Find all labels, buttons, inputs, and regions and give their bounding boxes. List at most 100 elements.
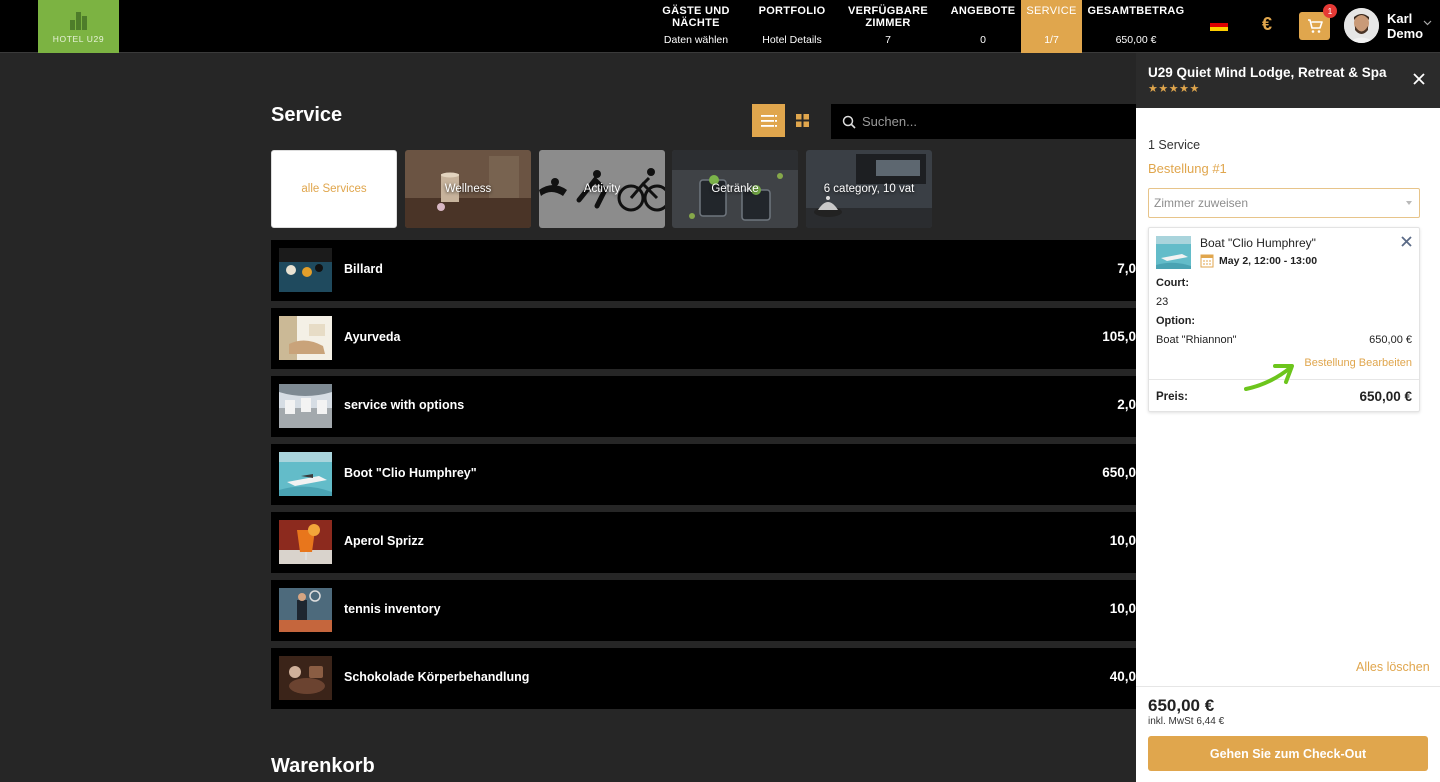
order-item-title: Boat "Clio Humphrey" [1200,236,1316,250]
step-subtitle: 0 [980,34,986,46]
service-row-aperol-sprizz[interactable]: Aperol Sprizz 10,0 [271,512,1136,573]
step-offers[interactable]: ANGEBOTE 0 [948,0,1018,53]
edit-order-link[interactable]: Bestellung Bearbeiten [1304,357,1412,369]
step-title: SERVICE [1026,5,1077,17]
step-title: GESAMTBETRAG [1087,5,1185,17]
service-name: Ayurveda [344,330,401,344]
grid-view-button[interactable] [786,104,819,137]
service-name: Aperol Sprizz [344,534,424,548]
room-select-placeholder: Zimmer zuweisen [1154,196,1249,210]
service-price: 10,0 [1109,533,1136,548]
step-subtitle: Hotel Details [762,34,822,46]
total-amount: 650,00 € [1148,696,1215,715]
step-title: GÄSTE UND NÄCHTE [662,5,730,29]
dropdown-caret-icon [1406,201,1412,205]
order-side-panel: U29 Quiet Mind Lodge, Retreat & Spa ★★★★… [1136,53,1440,782]
category-label: Activity [583,183,621,195]
category-all-services[interactable]: alle Services [271,150,397,228]
category-drinks[interactable]: Getränke [672,150,798,228]
price-label: Preis: [1156,391,1188,403]
user-name[interactable]: Karl Demo [1387,11,1427,41]
hotel-star-rating: ★★★★★ [1148,83,1200,95]
search-input[interactable] [862,114,1122,129]
search-bar[interactable] [831,104,1136,139]
cart-section-title: Warenkorb [271,755,375,777]
step-portfolio[interactable]: PORTFOLIO Hotel Details [752,0,832,53]
user-avatar[interactable] [1344,8,1379,43]
calendar-icon [1200,254,1214,268]
category-label: alle Services [301,183,367,195]
step-title: VERFÜGBARE ZIMMER [847,5,928,29]
list-view-icon [760,114,777,127]
service-name: Boot "Clio Humphrey" [344,466,477,480]
step-subtitle: Daten wählen [663,34,729,46]
service-row-boot-clio-humphrey[interactable]: Boot "Clio Humphrey" 650,0 [271,444,1136,505]
step-title: PORTFOLIO [758,5,826,17]
panel-header: U29 Quiet Mind Lodge, Retreat & Spa ★★★★… [1136,53,1440,108]
service-row-schokolade-koerperbehandlung[interactable]: Schokolade Körperbehandlung 40,0 [271,648,1136,709]
list-view-button[interactable] [752,104,785,137]
hotel-name: U29 Quiet Mind Lodge, Retreat & Spa [1148,65,1387,80]
service-thumbnail [279,452,332,496]
service-thumbnail [279,588,332,632]
service-price: 40,0 [1109,669,1136,684]
flag-de-icon[interactable] [1210,19,1228,31]
service-thumbnail [279,384,332,428]
clear-all-link[interactable]: Alles löschen [1356,660,1430,674]
option-label: Option: [1156,315,1196,327]
service-thumbnail [279,656,332,700]
order-item-thumbnail [1156,236,1191,269]
service-name: Billard [344,262,383,276]
order-number: Bestellung #1 [1148,161,1227,176]
step-guests-nights[interactable]: GÄSTE UND NÄCHTE Daten wählen [656,0,736,53]
service-name: tennis inventory [344,602,441,616]
service-thumbnail [279,520,332,564]
service-thumbnail [279,316,332,360]
shopping-cart-icon [1307,18,1323,33]
category-6-category[interactable]: 6 category, 10 vat [806,150,932,228]
hotel-logo[interactable]: HOTEL U29 [38,0,119,53]
checkout-button[interactable]: Gehen Sie zum Check-Out [1148,736,1428,771]
logo-text: HOTEL U29 [52,33,105,44]
page-title: Service [271,104,343,126]
category-label: Wellness [444,183,492,195]
court-value: 23 [1156,296,1169,308]
grid-view-icon [796,114,809,127]
service-price: 105,0 [1102,329,1136,344]
option-value: Boat "Rhiannon" [1156,334,1237,346]
service-price: 2,0 [1117,397,1136,412]
category-activity[interactable]: Activity [539,150,665,228]
chevron-down-icon[interactable] [1423,20,1432,26]
step-subtitle: 7 [885,34,891,46]
service-row-service-with-options[interactable]: service with options 2,0 [271,376,1136,437]
category-label: 6 category, 10 vat [823,183,915,195]
service-row-tennis-inventory[interactable]: tennis inventory 10,0 [271,580,1136,641]
price-value: 650,00 € [1359,389,1412,404]
close-icon[interactable] [1413,73,1425,85]
category-label: Getränke [711,183,759,195]
service-name: Schokolade Körperbehandlung [344,670,530,684]
step-total[interactable]: GESAMTBETRAG 650,00 € [1086,0,1186,53]
divider [1136,686,1440,687]
cart-count-badge: 1 [1323,4,1337,18]
service-thumbnail [279,248,332,292]
service-price: 650,0 [1102,465,1136,480]
remove-item-icon[interactable] [1401,236,1412,247]
court-label: Court: [1156,277,1189,289]
top-navigation-bar: HOTEL U29 GÄSTE UND NÄCHTE Daten wählen … [0,0,1440,53]
service-row-billard[interactable]: Billard 7,0 [271,240,1136,301]
building-icon [70,10,87,30]
step-service[interactable]: SERVICE 1/7 [1021,0,1082,53]
assign-room-select[interactable]: Zimmer zuweisen [1148,188,1420,218]
step-subtitle: 650,00 € [1115,34,1157,46]
service-name: service with options [344,398,465,412]
search-icon [842,115,856,129]
step-available-rooms[interactable]: VERFÜGBARE ZIMMER 7 [844,0,932,53]
step-subtitle: 1/7 [1044,34,1059,46]
service-count: 1 Service [1148,138,1201,152]
category-wellness[interactable]: Wellness [405,150,531,228]
currency-selector[interactable]: € [1262,14,1272,35]
service-row-ayurveda[interactable]: Ayurveda 105,0 [271,308,1136,369]
service-price: 7,0 [1117,261,1136,276]
service-price: 10,0 [1109,601,1136,616]
